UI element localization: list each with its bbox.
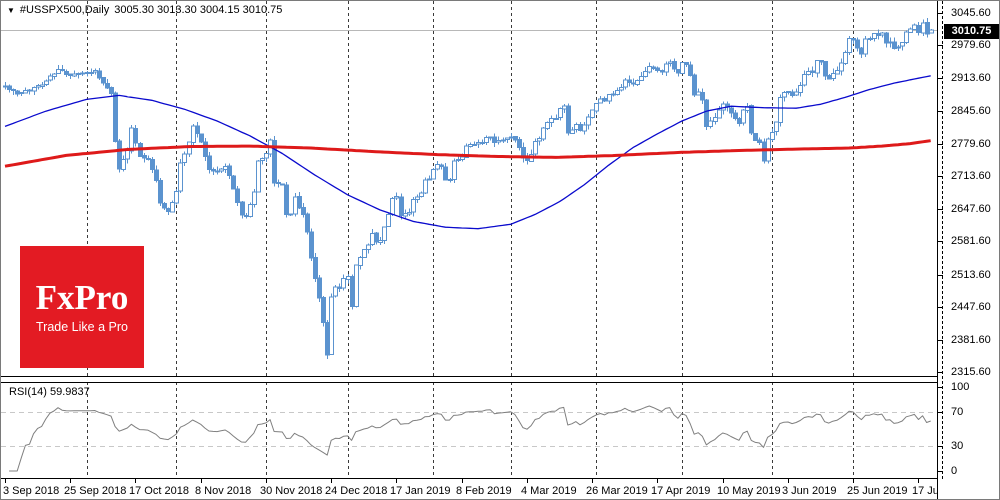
price-axis-label: 3045.60: [951, 7, 991, 19]
date-tick: [918, 479, 919, 483]
axis-inner-dashed-line: [942, 1, 943, 479]
price-axis-label: 2447.60: [951, 301, 991, 313]
price-tick: [938, 144, 943, 145]
date-axis-label: 24 Dec 2018: [325, 485, 388, 497]
date-axis-label: 17 Jan 2019: [390, 485, 451, 497]
date-axis-label: 17 Oct 2018: [129, 485, 189, 497]
rsi-tick: [938, 412, 943, 413]
fxpro-logo-title: FxPro: [35, 278, 129, 317]
fxpro-logo: FxPro Trade Like a Pro: [20, 246, 144, 368]
symbol-dropdown-icon[interactable]: ▼: [7, 5, 15, 16]
time-axis[interactable]: 3 Sep 2018 25 Sep 2018 17 Oct 2018 8 Nov 20…: [1, 479, 969, 499]
symbol-period-label: #USSPX500,Daily: [19, 4, 110, 16]
date-tick: [135, 479, 136, 483]
date-tick: [788, 479, 789, 483]
price-axis-label: 2845.60: [951, 105, 991, 117]
date-axis-label: 3 Jun 2019: [782, 485, 837, 497]
price-axis-label: 2913.60: [951, 72, 991, 84]
date-axis-label: 8 Feb 2019: [456, 485, 512, 497]
price-tick: [938, 78, 943, 79]
date-tick: [657, 479, 658, 483]
date-tick: [5, 479, 6, 483]
date-axis-label: 26 Mar 2019: [586, 485, 648, 497]
rsi-tick: [938, 471, 943, 472]
price-axis-label: 2647.60: [951, 203, 991, 215]
rsi-axis-label: 30: [951, 440, 964, 452]
price-axis-label: 2315.60: [951, 366, 991, 378]
rsi-axis-label: 0: [951, 465, 958, 477]
date-tick: [331, 479, 332, 483]
price-tick: [938, 275, 943, 276]
date-tick: [527, 479, 528, 483]
price-axis-label: 2581.60: [951, 235, 991, 247]
price-tick: [938, 340, 943, 341]
price-tick: [938, 307, 943, 308]
price-axis-label: 2513.60: [951, 269, 991, 281]
rsi-indicator-pane[interactable]: [1, 382, 937, 479]
rsi-tick: [938, 387, 943, 388]
ohlc-quote-text: 3005.30 3013.30 3004.15 3010.75: [114, 4, 283, 16]
date-tick: [592, 479, 593, 483]
date-axis-label: 25 Sep 2018: [64, 485, 127, 497]
trading-chart-window: ▼ #USSPX500,Daily 3005.30 3013.30 3004.1…: [0, 0, 1000, 500]
date-axis-label: 30 Nov 2018: [260, 485, 323, 497]
price-tick: [938, 45, 943, 46]
date-tick: [201, 479, 202, 483]
rsi-tick: [938, 446, 943, 447]
rsi-indicator-label: RSI(14) 59.9837: [9, 386, 90, 398]
price-tick: [938, 209, 943, 210]
fxpro-logo-tagline: Trade Like a Pro: [36, 320, 128, 334]
price-tick: [938, 176, 943, 177]
price-axis-label: 2713.60: [951, 170, 991, 182]
price-axis-label: 2979.60: [951, 39, 991, 51]
price-tick: [938, 111, 943, 112]
date-tick: [396, 479, 397, 483]
date-axis-label: 8 Nov 2018: [195, 485, 252, 497]
date-tick: [266, 479, 267, 483]
date-tick: [462, 479, 463, 483]
price-tick: [938, 372, 943, 373]
date-axis-label: 3 Sep 2018: [3, 485, 60, 497]
price-axis-label: 2779.60: [951, 138, 991, 150]
rsi-axis-label: 70: [951, 406, 964, 418]
price-axis-label: 2381.60: [951, 334, 991, 346]
date-tick: [853, 479, 854, 483]
date-tick: [70, 479, 71, 483]
current-price-badge: 3010.75: [944, 24, 999, 39]
chart-header: ▼ #USSPX500,Daily 3005.30 3013.30 3004.1…: [7, 4, 282, 16]
rsi-axis-label: 100: [951, 381, 970, 393]
date-axis-label: 10 May 2019: [717, 485, 781, 497]
price-tick: [938, 241, 943, 242]
date-tick: [723, 479, 724, 483]
price-axis[interactable]: 3045.60 2979.60 2913.60 2845.60 2779.60 2713.…: [937, 1, 999, 499]
date-axis-label: 17 Apr 2019: [651, 485, 711, 497]
price-tick: [938, 13, 943, 14]
date-axis-label: 4 Mar 2019: [521, 485, 577, 497]
date-axis-label: 25 Jun 2019: [847, 485, 908, 497]
